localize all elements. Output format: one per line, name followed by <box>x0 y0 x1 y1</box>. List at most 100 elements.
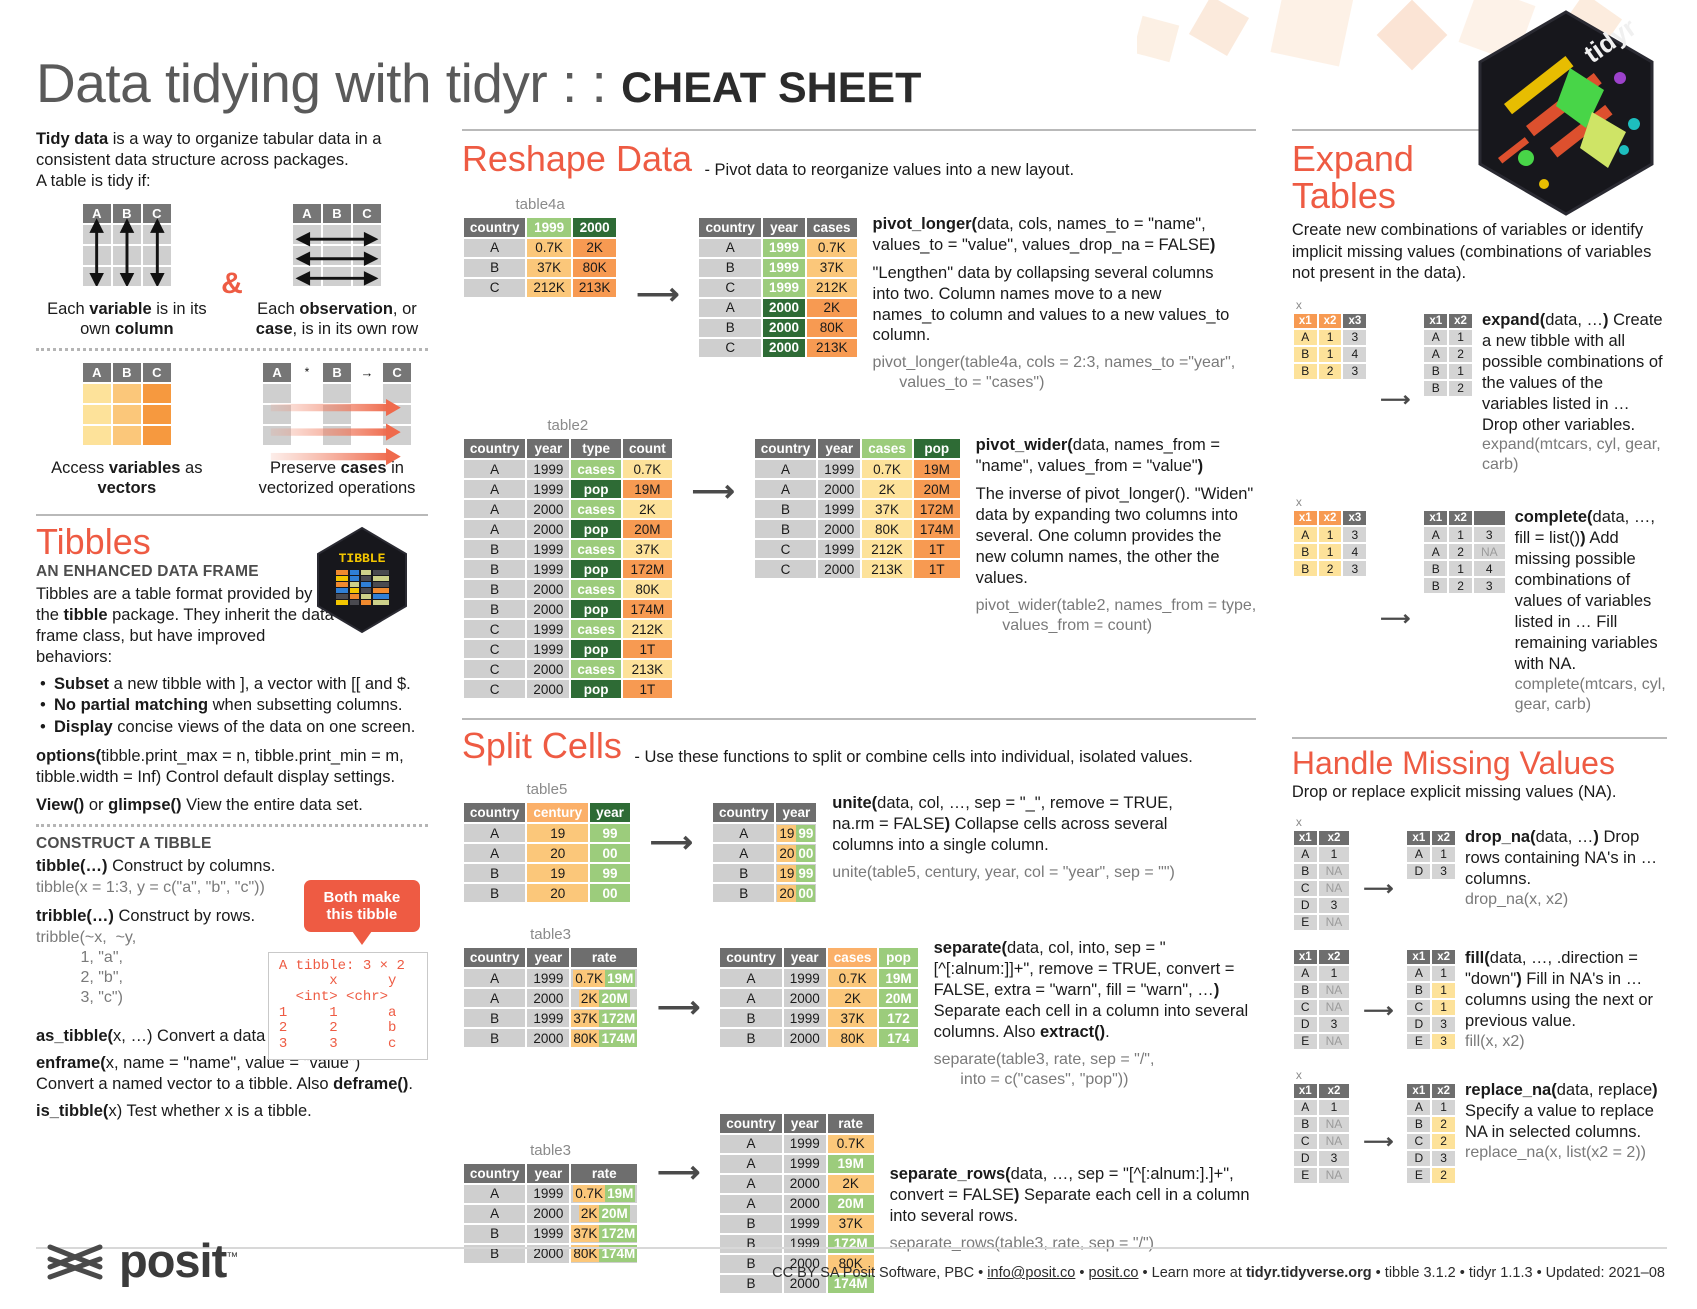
table-row: A 2000 20M <box>720 1194 874 1213</box>
separate-rows-code: separate_rows(table3, rate, sep = "/") <box>889 1234 1154 1252</box>
footer-email-link[interactable]: info@posit.co <box>987 1265 1075 1281</box>
table-row: A1 <box>1407 1099 1456 1115</box>
td: A <box>720 1154 782 1173</box>
td: 20 <box>527 884 589 903</box>
td: C <box>754 560 817 579</box>
td: 1T <box>622 680 672 699</box>
td: 80K <box>862 520 912 539</box>
th: country <box>720 1113 782 1133</box>
td: pop <box>571 560 621 579</box>
table-row: B NA <box>1293 1116 1350 1132</box>
td: A <box>463 989 526 1008</box>
divider-split <box>461 718 1256 721</box>
td: 1 <box>1318 544 1342 560</box>
td: 1 <box>1432 846 1456 862</box>
footer-docs-link[interactable]: tidyr.tidyverse.org <box>1246 1265 1372 1281</box>
table-row: A1 <box>1293 965 1350 981</box>
list-item: Display concise views of the data on one… <box>36 717 428 739</box>
pivot-wider-fn: pivot_wider( <box>975 436 1073 455</box>
table-row: B 19 99 <box>463 864 630 883</box>
td: 19 <box>527 824 589 843</box>
table-row: B23 <box>1293 561 1367 577</box>
glimpse-fn: glimpse() <box>108 795 182 814</box>
td: E <box>1293 1167 1317 1183</box>
complete-code: complete(mtcars, cyl, gear, carb) <box>1514 676 1666 714</box>
column-right: Expand Tables Create new combinations of … <box>1274 129 1667 1295</box>
table-row: B 1999 37K <box>720 1214 874 1233</box>
caption-vec-b: variables <box>108 458 181 477</box>
td: 1 <box>1432 982 1456 998</box>
complete-fn-desc: complete(data, …, fill = list()) Add mis… <box>1515 495 1667 715</box>
table-row: A 1999 pop 19M <box>463 480 672 499</box>
table-row: B1 <box>1407 982 1456 998</box>
td-part-a: 20 <box>777 844 797 862</box>
table-row: B 2000 80K 174M <box>463 1029 638 1048</box>
td: B <box>463 1009 526 1028</box>
options-fn-name: options( <box>36 747 102 766</box>
td: 1 <box>1318 1099 1350 1115</box>
td: A <box>1293 846 1317 862</box>
td-part-b: 00 <box>796 884 816 902</box>
complete-rest: Add missing possible combinations of val… <box>1514 529 1658 674</box>
expand-row: x x1x2x3 A13 B14 B23 ⟶ x1x2 A1 A2 B1 <box>1292 298 1667 476</box>
th: country <box>463 439 526 459</box>
tibble-output-preview: A tibble: 3 × 2 x y <int> <chr> 1 1 a 2 … <box>267 951 428 1060</box>
td-part-a: 0.7K <box>573 969 606 987</box>
td: 1999 <box>818 460 861 479</box>
table-row: B NA <box>1293 982 1350 998</box>
td: B <box>463 864 526 883</box>
tidy-intro: Tidy data is a way to organize tabular d… <box>36 129 428 192</box>
replacena-output-table: x1 x2 A1 B2 C2 D3 E2 <box>1405 1082 1457 1185</box>
th: x2 <box>1449 511 1472 526</box>
td-part-a: 80K <box>571 1029 600 1047</box>
th: year <box>527 948 570 968</box>
footer-site-link[interactable]: posit.co <box>1089 1265 1139 1281</box>
extract-fn: extract() <box>1040 1022 1106 1041</box>
td: B <box>712 884 775 903</box>
table2-output: country year cases pop A 1999 0.7K 19M A 2000 2K… <box>753 437 962 580</box>
td: NA <box>1318 1167 1350 1183</box>
expand-rest: Create a new tibble with all possible co… <box>1481 310 1663 434</box>
minitable3-header-a: A <box>82 362 111 382</box>
table-row: A 20 00 <box>712 844 817 863</box>
table-row: A 2 NA <box>1424 544 1505 560</box>
replacena-code: replace_na(x, list(x2 = 2)) <box>1465 1143 1646 1161</box>
td: B <box>463 884 526 903</box>
td: 1 <box>1318 965 1350 981</box>
td: 1 <box>1318 346 1342 362</box>
tibbles-description: Tibbles are a table format provided by t… <box>36 584 336 668</box>
table-row: B23 <box>1293 363 1367 379</box>
table-row: B2 <box>1424 380 1472 396</box>
td-part-b: 00 <box>796 844 816 862</box>
td: 213K <box>622 660 672 679</box>
th: rate <box>571 1163 638 1183</box>
th: pop <box>879 948 918 968</box>
th: 1999 <box>527 217 571 237</box>
td: 1999 <box>762 258 805 277</box>
table-row: C 2000 213K <box>699 338 857 357</box>
td: A <box>1424 527 1448 543</box>
td: A <box>720 989 782 1008</box>
table2: country year type count A 1999 cases 0.7K A 199… <box>462 437 674 700</box>
bullet-2-bold: Display <box>54 717 113 736</box>
table4a-output: country year cases A 1999 0.7K B 1999 37K C 199… <box>697 216 858 359</box>
tidy-principle-observation: A B C Each observation, or case, is in i… <box>249 202 424 339</box>
cheatsheet-page: Data tidying with tidyr : : CHEAT SHEET … <box>0 0 1697 1309</box>
td: 3 <box>1432 1016 1456 1032</box>
td: 2000 <box>527 1204 570 1223</box>
td: 1999 <box>783 1154 826 1173</box>
td: B <box>463 580 526 599</box>
table-row: A13 <box>1293 329 1367 345</box>
table3b-label: table3 <box>530 1141 571 1159</box>
th: x2 <box>1318 511 1342 526</box>
table-row: B 1999 37K <box>699 258 857 277</box>
td-part-b: 19M <box>605 969 636 987</box>
td: 2K <box>807 298 857 317</box>
table2-label: table2 <box>547 417 589 435</box>
section-heading-missing: Handle Missing Values <box>1291 745 1615 782</box>
table5: country century year A 19 99 A 20 00 B 19 99 B 20… <box>462 801 632 904</box>
arrow-symbol: → <box>353 362 382 382</box>
split-tagline: - Use these functions to split or combin… <box>634 748 1193 767</box>
td: 2000 <box>527 600 570 619</box>
table-row: A 2000 cases 2K <box>463 500 672 519</box>
